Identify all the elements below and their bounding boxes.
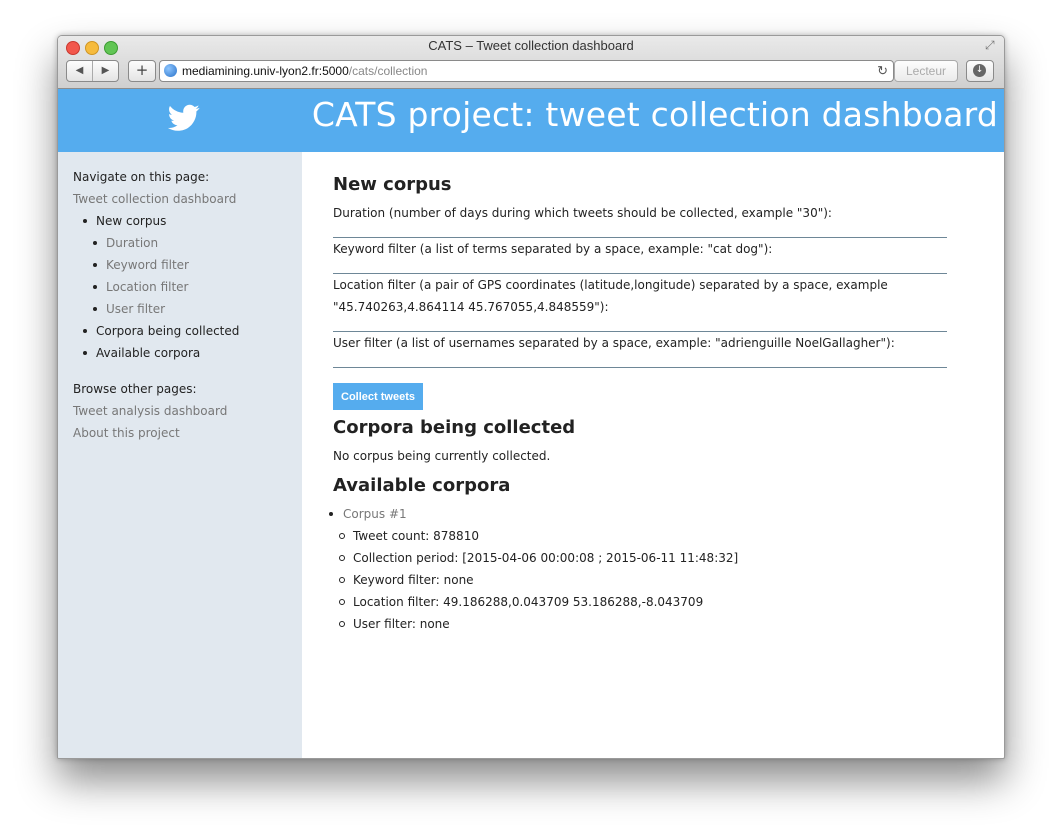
corpus-link[interactable]: Corpus #1: [328, 503, 738, 525]
sidebar-browse-section: Browse other pages: Tweet analysis dashb…: [73, 378, 227, 444]
address-bar[interactable]: mediamining.univ-lyon2.fr:5000/cats/coll…: [159, 60, 894, 82]
sidebar-link-about[interactable]: About this project: [73, 422, 227, 444]
browser-window: CATS – Tweet collection dashboard ⤢ ◀ ▶ …: [57, 35, 1005, 759]
sidebar-item-user-filter[interactable]: User filter: [73, 298, 239, 320]
forward-icon[interactable]: ▶: [93, 61, 118, 81]
url-text: mediamining.univ-lyon2.fr:5000/cats/coll…: [182, 61, 427, 81]
url-path: /cats/collection: [348, 64, 428, 78]
browser-toolbar: CATS – Tweet collection dashboard ⤢ ◀ ▶ …: [58, 36, 1004, 89]
sidebar-item-duration[interactable]: Duration: [73, 232, 239, 254]
url-host: mediamining.univ-lyon2.fr:5000: [182, 64, 349, 78]
download-icon: ↓: [973, 64, 986, 77]
main-content: New corpus Duration (number of days duri…: [302, 152, 1004, 758]
back-forward-buttons: ◀ ▶: [66, 60, 119, 82]
sidebar-link-analysis-dashboard[interactable]: Tweet analysis dashboard: [73, 400, 227, 422]
sidebar-heading-browse: Browse other pages:: [73, 382, 197, 396]
sidebar-item-keyword-filter[interactable]: Keyword filter: [73, 254, 239, 276]
corpus-user-filter: User filter: none: [333, 613, 738, 635]
no-corpus-text: No corpus being currently collected.: [333, 449, 551, 463]
page-title: CATS project: tweet collection dashboard: [311, 95, 998, 134]
sidebar-item-new-corpus[interactable]: New corpus: [73, 210, 239, 232]
duration-label: Duration (number of days during which tw…: [333, 206, 832, 220]
sidebar-item-available-corpora[interactable]: Available corpora: [73, 342, 239, 364]
twitter-bird-icon: [168, 104, 200, 131]
available-corpora-heading: Available corpora: [333, 475, 511, 496]
page-banner: CATS project: tweet collection dashboard: [58, 89, 1004, 152]
sidebar-nav-list: New corpus Duration Keyword filter Locat…: [73, 210, 239, 364]
user-filter-input[interactable]: [333, 367, 947, 368]
sidebar-navigate-section: Navigate on this page: Tweet collection …: [73, 166, 239, 364]
downloads-button[interactable]: ↓: [966, 60, 994, 82]
corpus-keyword-filter: Keyword filter: none: [333, 569, 738, 591]
reload-icon[interactable]: ↻: [877, 61, 888, 81]
sidebar-heading-navigate: Navigate on this page:: [73, 170, 210, 184]
new-corpus-heading: New corpus: [333, 174, 452, 195]
user-filter-label: User filter (a list of usernames separat…: [333, 336, 895, 350]
location-filter-label-example: "45.740263,4.864114 45.767055,4.848559")…: [333, 300, 609, 314]
fullscreen-icon[interactable]: ⤢: [985, 38, 999, 52]
sidebar-link-collection-dashboard[interactable]: Tweet collection dashboard: [73, 188, 239, 210]
corpora-being-collected-heading: Corpora being collected: [333, 417, 576, 438]
collect-tweets-button[interactable]: Collect tweets: [333, 383, 423, 410]
globe-icon: [164, 64, 177, 77]
keyword-filter-label: Keyword filter (a list of terms separate…: [333, 242, 773, 256]
available-corpora-list: Corpus #1 Tweet count: 878810 Collection…: [328, 503, 738, 635]
corpus-tweet-count: Tweet count: 878810: [333, 525, 738, 547]
new-tab-plus-icon[interactable]: +: [128, 60, 156, 82]
window-title: CATS – Tweet collection dashboard: [428, 38, 634, 53]
sidebar-item-location-filter[interactable]: Location filter: [73, 276, 239, 298]
location-filter-label: Location filter (a pair of GPS coordinat…: [333, 278, 888, 292]
sidebar: Navigate on this page: Tweet collection …: [58, 152, 302, 758]
corpus-collection-period: Collection period: [2015-04-06 00:00:08 …: [333, 547, 738, 569]
sidebar-item-corpora-being-collected[interactable]: Corpora being collected: [73, 320, 239, 342]
back-icon[interactable]: ◀: [67, 61, 93, 81]
corpus-location-filter: Location filter: 49.186288,0.043709 53.1…: [333, 591, 738, 613]
reader-button[interactable]: Lecteur: [894, 60, 958, 82]
